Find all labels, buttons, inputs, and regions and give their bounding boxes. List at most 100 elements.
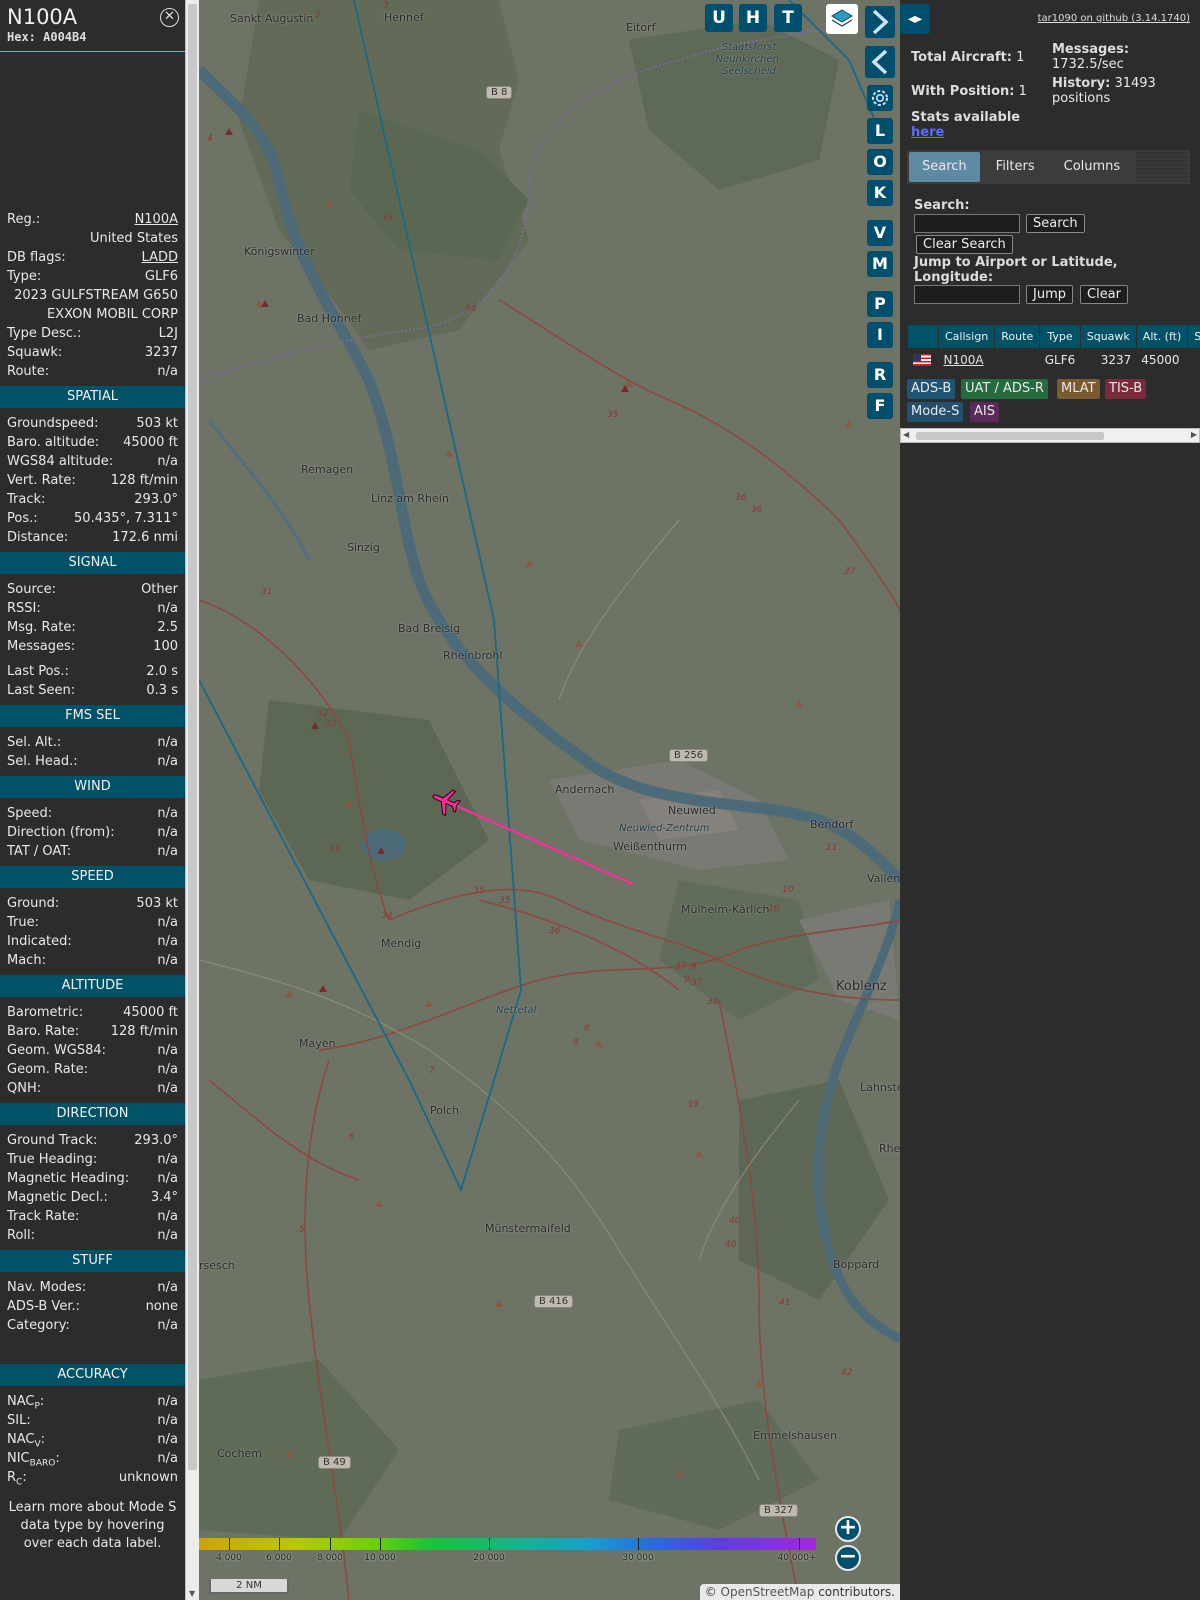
info-label[interactable]: Geom. Rate: [7,1060,88,1079]
chevron-left-icon[interactable] [865,46,895,78]
col-callsign[interactable]: Callsign [937,324,996,349]
info-label[interactable]: Reg.: [7,210,40,229]
map-canvas[interactable]: 33 34 35 36 36 37 31 32 32 33 34 35 35 36 37 9 9 37 … [199,0,900,1600]
info-label[interactable]: SIL: [7,1411,31,1430]
info-value-link[interactable]: N100A [135,210,178,229]
tab-search[interactable]: Search [909,152,980,182]
info-label[interactable]: QNH: [7,1079,41,1098]
plus-icon[interactable]: + [835,1516,861,1542]
info-label[interactable]: Last Seen: [7,681,75,700]
table-horizontal-scrollbar[interactable]: ◀ ▶ [900,428,1200,443]
col-altitude[interactable]: Alt. (ft) [1135,324,1189,349]
split-arrows-icon[interactable]: ◂▸ [900,4,930,34]
map-button-m[interactable]: M [867,251,893,277]
info-label[interactable]: Last Pos.: [7,662,69,681]
info-label[interactable]: Nav. Modes: [7,1278,86,1297]
info-row: Barometric: 45000 ft [0,1003,185,1022]
info-label[interactable]: Type: [7,267,41,286]
info-label[interactable]: Sel. Head.: [7,752,78,771]
hscroll-thumb[interactable] [916,432,1104,440]
info-label[interactable]: Barometric: [7,1003,83,1022]
info-label[interactable]: Track: [7,490,45,509]
layers-icon[interactable] [826,4,858,34]
map-button-h[interactable]: H [739,4,767,32]
map-button-p[interactable]: P [867,291,893,317]
info-label[interactable]: Direction (from): [7,823,115,842]
info-label[interactable]: Ground Track: [7,1131,97,1150]
map-button-f[interactable]: F [867,393,893,419]
stats-here-link[interactable]: here [911,125,944,140]
col-route[interactable]: Route [994,324,1041,349]
map-button-k[interactable]: K [867,180,893,206]
scroll-right-arrow-icon[interactable]: ▶ [1191,430,1197,439]
search-input[interactable] [914,214,1020,233]
col-flag[interactable] [907,324,939,349]
info-label[interactable]: Baro. Rate: [7,1022,79,1041]
info-label[interactable]: Messages: [7,637,75,656]
info-label[interactable]: WGS84 altitude: [7,452,113,471]
tab-filters[interactable]: Filters [983,152,1048,182]
cell-callsign[interactable]: N100A [939,349,995,371]
map-button-v[interactable]: V [867,220,893,246]
info-label[interactable]: TAT / OAT: [7,842,71,861]
info-label[interactable]: ADS-B Ver.: [7,1297,80,1316]
info-label[interactable]: Indicated: [7,932,72,951]
info-label[interactable]: Magnetic Decl.: [7,1188,108,1207]
info-label[interactable]: Type Desc.: [7,324,81,343]
scroll-down-arrow-icon[interactable]: ▼ [189,1589,195,1598]
map-button-u[interactable]: U [705,4,733,32]
info-label[interactable]: Source: [7,580,56,599]
info-label[interactable]: Ground: [7,894,59,913]
scrollbar-thumb[interactable] [188,4,197,1470]
col-type[interactable]: Type [1039,324,1081,349]
aircraft-info-panel: N100A Hex: A004B4 ✕ Reg.: N100A United Sta… [0,0,185,1600]
info-label[interactable]: DB flags: [7,248,66,267]
map-button-t[interactable]: T [774,4,802,32]
info-label[interactable]: Roll: [7,1226,35,1245]
info-label[interactable]: Distance: [7,528,68,547]
gear-icon[interactable] [867,85,893,111]
info-label[interactable]: Magnetic Heading: [7,1169,129,1188]
tab-columns[interactable]: Columns [1051,152,1134,182]
info-value-link[interactable]: LADD [142,248,178,267]
map-button-o[interactable]: O [867,149,893,175]
chevron-right-icon[interactable] [865,6,895,38]
info-label[interactable]: Route: [7,362,49,381]
col-speed[interactable]: Spd. [1187,324,1200,349]
map-button-i[interactable]: I [867,322,893,348]
info-panel-scrollbar[interactable]: ▲ ▼ [185,0,199,1600]
info-label[interactable]: Mach: [7,951,46,970]
minus-icon[interactable]: − [835,1545,861,1571]
info-label[interactable]: True: [7,913,39,932]
info-label[interactable]: Baro. altitude: [7,433,99,452]
info-label[interactable]: Vert. Rate: [7,471,76,490]
info-label[interactable]: Speed: [7,804,52,823]
info-label[interactable]: Sel. Alt.: [7,733,61,752]
info-label[interactable]: Category: [7,1316,70,1335]
map-button-l[interactable]: L [867,118,893,144]
jump-button[interactable]: Jump [1026,285,1073,304]
info-value: 45000 ft [123,1005,178,1020]
col-squawk[interactable]: Squawk [1079,324,1137,349]
info-label[interactable]: Track Rate: [7,1207,79,1226]
github-link[interactable]: tar1090 on github (3.14.1740) [1038,13,1190,24]
close-icon[interactable]: ✕ [160,8,179,27]
map-button-r[interactable]: R [867,362,893,388]
table-row[interactable]: N100A GLF6 3237 45000 [908,349,1200,371]
info-label[interactable]: Groundspeed: [7,414,98,433]
clear-jump-button[interactable]: Clear [1080,285,1128,304]
jump-input[interactable] [914,285,1020,304]
airplane-icon[interactable] [428,786,462,816]
info-label[interactable]: RSSI: [7,599,41,618]
scroll-left-arrow-icon[interactable]: ◀ [903,430,909,439]
clear-search-button[interactable]: Clear Search [916,235,1013,254]
attribution-link[interactable]: OpenStreetMap [721,1585,815,1599]
info-label[interactable]: Squawk: [7,343,62,362]
info-label[interactable]: Msg. Rate: [7,618,76,637]
info-label[interactable]: Pos.: [7,509,38,528]
info-label[interactable]: Geom. WGS84: [7,1041,106,1060]
info-label[interactable]: True Heading: [7,1150,97,1169]
info-label[interactable]: RC: [7,1468,27,1493]
search-button[interactable]: Search [1026,214,1085,233]
aircraft-table: Callsign Route Type Squawk Alt. (ft) Spd… [907,324,1200,371]
